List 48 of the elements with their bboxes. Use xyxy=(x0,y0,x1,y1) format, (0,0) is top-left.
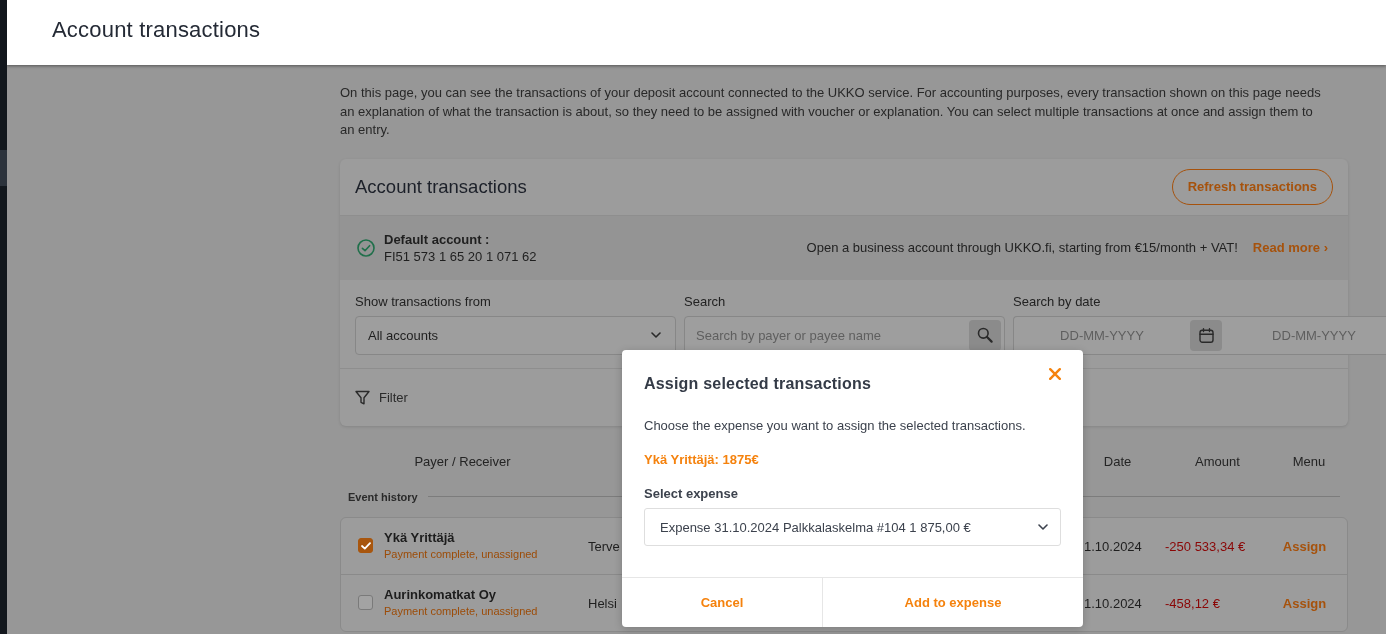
message-text: Helsi xyxy=(588,595,617,611)
cancel-button[interactable]: Cancel xyxy=(622,578,822,627)
modal-description: Choose the expense you want to assign the selected transactions. xyxy=(644,417,1027,435)
assign-link[interactable]: Assign xyxy=(1282,595,1327,611)
checkbox[interactable] xyxy=(358,538,373,553)
message-text: Terve xyxy=(588,538,620,554)
card-title: Account transactions xyxy=(355,175,527,198)
close-icon xyxy=(1049,368,1061,380)
side-panel-marker xyxy=(0,150,7,186)
column-header: Payer / Receiver xyxy=(413,454,512,469)
amount-text: -458,12 € xyxy=(1165,595,1220,611)
column-header: Menu xyxy=(1291,454,1327,469)
read-more-link[interactable]: Read more › xyxy=(1252,240,1328,255)
check-circle-icon xyxy=(357,238,375,257)
account-select[interactable]: All accounts xyxy=(355,315,676,355)
payment-status: Payment complete, unassigned xyxy=(384,547,538,562)
field-label: Search xyxy=(684,293,727,310)
checkbox[interactable] xyxy=(358,595,373,610)
close-button[interactable] xyxy=(1049,368,1061,380)
assign-link[interactable]: Assign xyxy=(1282,538,1327,554)
funnel-icon xyxy=(355,389,370,405)
field-label: Select expense xyxy=(644,485,739,503)
add-to-expense-button[interactable]: Add to expense xyxy=(822,578,1083,627)
chevron-down-icon xyxy=(1038,524,1048,530)
modal-title: Assign selected transactions xyxy=(644,374,871,394)
date-text: 1.10.2024 xyxy=(1084,538,1142,554)
field-label: Show transactions from xyxy=(355,293,492,310)
expense-select[interactable]: Expense 31.10.2024 Palkkalaskelma #104 1 875,00 € xyxy=(644,508,1061,546)
date-text: 1.10.2024 xyxy=(1084,595,1142,611)
page-title: Account transactions xyxy=(52,17,261,43)
section-label: Event history xyxy=(348,490,418,503)
payer-name: Aurinkomatkat Oy xyxy=(384,586,497,604)
account-number: FI51 573 1 65 20 1 071 62 xyxy=(384,247,537,265)
search-button[interactable] xyxy=(969,319,1001,351)
column-header: Date xyxy=(1102,454,1133,469)
field-label: Search by date xyxy=(1013,293,1102,310)
intro-text: On this page, you can see the transactions of your deposit account connected to the UKKO service. For accounting purposes, every transaction shown on this page needs an explanation of what the transaction is about, so they need to be assigned with voucher or explanation. You can select multiple transactions at once and assign them to an entry. xyxy=(340,84,1322,139)
filter-button[interactable]: Filter xyxy=(355,389,408,405)
search-icon xyxy=(977,327,993,343)
amount-text: -250 533,34 € xyxy=(1165,538,1246,554)
account-label: Default account : xyxy=(384,230,491,248)
column-header: Amount xyxy=(1194,454,1241,469)
payment-status: Payment complete, unassigned xyxy=(384,604,538,619)
expense-summary: Ykä Yrittäjä: 1875€ xyxy=(644,451,760,469)
promo-text: Open a business account through UKKO.fi, starting from €15/month + VAT! xyxy=(806,240,1238,255)
checkmark-icon xyxy=(360,541,371,550)
chevron-down-icon xyxy=(651,332,661,338)
payer-name: Ykä Yrittäjä xyxy=(384,529,456,547)
